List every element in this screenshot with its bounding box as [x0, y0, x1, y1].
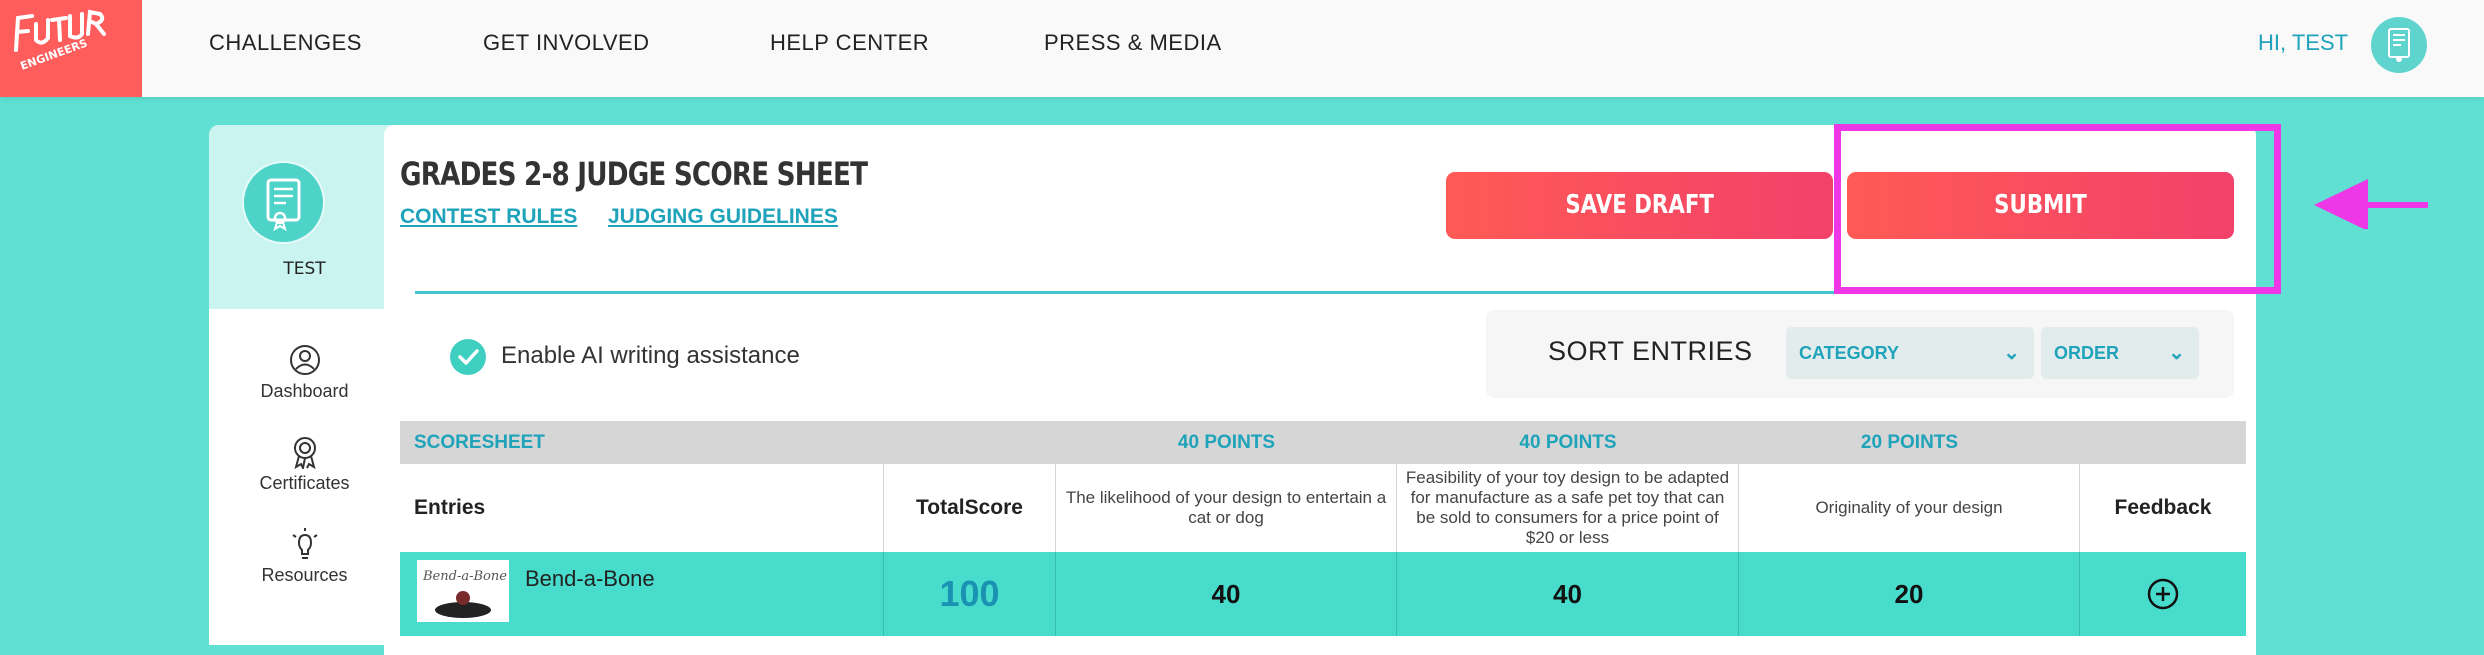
category-dropdown[interactable]: CATEGORY ⌄ — [1786, 327, 2034, 379]
judging-guidelines-link[interactable]: JUDGING GUIDELINES — [608, 205, 838, 229]
svg-text:ENGINEERS: ENGINEERS — [19, 36, 90, 72]
criteria-column-header: Originality of your design — [1739, 464, 2080, 552]
nav-help-center[interactable]: HELP CENTER — [770, 30, 929, 56]
svg-text:Bend-a-Bone: Bend-a-Bone — [422, 569, 507, 584]
entries-column-header: Entries — [400, 464, 884, 552]
ai-assist-checkbox[interactable] — [450, 339, 486, 375]
sidebar-item-label: Certificates — [259, 473, 350, 493]
score-cell[interactable]: 20 — [1739, 552, 2080, 636]
order-dropdown[interactable]: ORDER ⌄ — [2041, 327, 2199, 379]
score-cell[interactable]: 40 — [1056, 552, 1397, 636]
table-row[interactable]: Bend-a-Bone Bend-a-Bone 100 40 40 20 — [400, 552, 2246, 636]
user-greeting[interactable]: HI, TEST — [2258, 30, 2348, 56]
total-score-value: 100 — [884, 552, 1056, 636]
save-draft-button[interactable]: SAVE DRAFT — [1446, 172, 1833, 239]
sidebar: TEST Dashboard Certificates Resources — [209, 125, 400, 645]
total-score-column-header: TotalScore — [884, 464, 1056, 552]
sidebar-profile: TEST — [209, 125, 400, 309]
points-header: 20 POINTS — [1860, 432, 1959, 453]
user-avatar[interactable] — [2371, 17, 2427, 73]
lightbulb-icon — [291, 528, 318, 559]
feedback-column-header: Feedback — [2114, 496, 2212, 519]
divider — [415, 291, 1957, 294]
sidebar-item-label: Resources — [261, 565, 348, 585]
feedback-cell — [2080, 552, 2246, 636]
points-header: 40 POINTS — [1519, 432, 1617, 453]
user-circle-icon — [289, 345, 320, 375]
entry-cell: Bend-a-Bone Bend-a-Bone — [400, 552, 884, 636]
criteria-column-header: The likelihood of your design to enterta… — [1056, 464, 1397, 552]
scoresheet-header: SCORESHEET — [414, 432, 545, 453]
certificate-icon — [266, 178, 301, 232]
add-feedback-icon[interactable] — [2146, 577, 2180, 611]
nav-press-media[interactable]: PRESS & MEDIA — [1044, 30, 1222, 56]
pointer-arrow-icon — [2314, 179, 2428, 229]
ai-assist-label: Enable AI writing assistance — [501, 342, 800, 369]
nav-get-involved[interactable]: GET INVOLVED — [483, 30, 650, 56]
score-cell[interactable]: 40 — [1397, 552, 1739, 636]
sidebar-item-certificates[interactable]: Certificates — [209, 435, 400, 494]
submit-highlight-box — [1834, 124, 2281, 294]
criteria-column-header: Feasibility of your toy design to be ada… — [1397, 464, 1739, 552]
entry-name[interactable]: Bend-a-Bone — [525, 566, 655, 592]
top-nav: ENGINEERS CHALLENGES GET INVOLVED HELP C… — [0, 0, 2484, 97]
sort-entries-panel: SORT ENTRIES CATEGORY ⌄ ORDER ⌄ — [1486, 310, 2234, 398]
profile-avatar[interactable] — [242, 161, 325, 244]
page-title: GRADES 2-8 JUDGE SCORE SHEET — [400, 155, 868, 193]
sidebar-item-dashboard[interactable]: Dashboard — [209, 343, 400, 402]
nav-challenges[interactable]: CHALLENGES — [209, 30, 362, 56]
points-header: 40 POINTS — [1177, 432, 1276, 453]
profile-name: TEST — [283, 259, 326, 279]
entry-thumbnail[interactable]: Bend-a-Bone — [417, 560, 509, 622]
chevron-down-icon: ⌄ — [2168, 342, 2185, 364]
sidebar-item-label: Dashboard — [260, 381, 349, 401]
future-engineers-logo[interactable]: ENGINEERS — [0, 0, 142, 97]
award-ribbon-icon — [293, 437, 316, 469]
certificate-icon — [2388, 28, 2410, 62]
contest-rules-link[interactable]: CONTEST RULES — [400, 205, 577, 229]
checkmark-icon — [458, 349, 479, 365]
sidebar-item-resources[interactable]: Resources — [209, 527, 400, 586]
sort-entries-title: SORT ENTRIES — [1548, 336, 1753, 366]
chevron-down-icon: ⌄ — [2003, 342, 2020, 364]
